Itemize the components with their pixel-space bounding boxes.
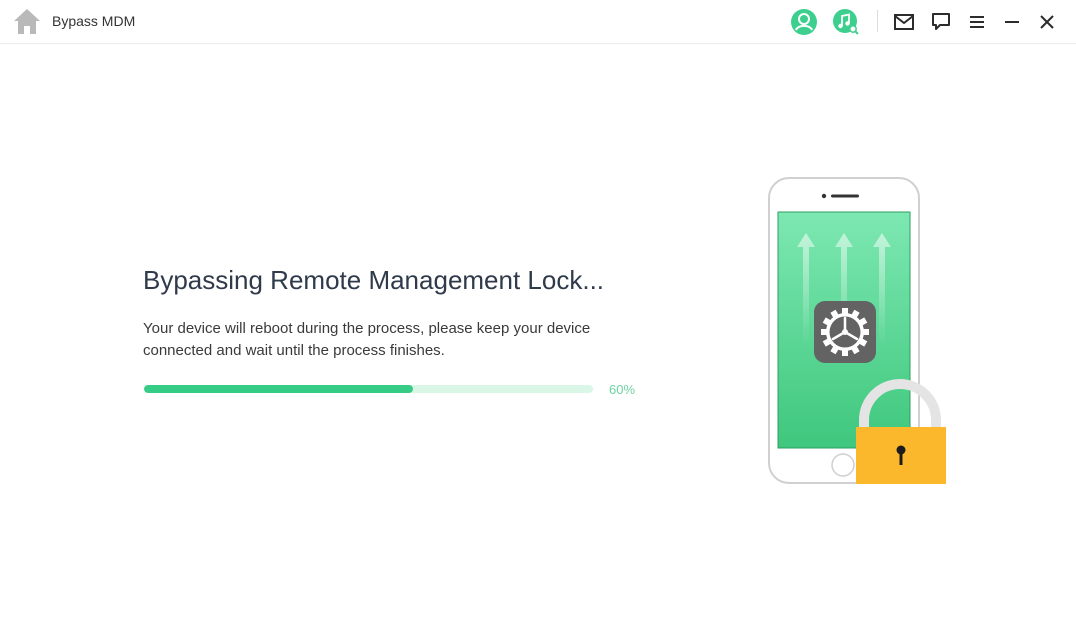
progress-fill: [144, 385, 414, 393]
music-search-icon[interactable]: [832, 8, 860, 36]
mail-icon[interactable]: [890, 8, 918, 36]
home-icon[interactable]: [12, 6, 42, 36]
menu-icon[interactable]: [963, 8, 991, 36]
feedback-icon[interactable]: [927, 8, 955, 36]
page-title: Bypassing Remote Management Lock...: [143, 265, 605, 295]
close-icon[interactable]: [1033, 8, 1061, 36]
app-title: Bypass MDM: [52, 13, 136, 29]
progress-bar: [144, 385, 593, 393]
illustration: [765, 175, 950, 490]
account-icon[interactable]: [790, 8, 818, 36]
progress-percent: 60%: [609, 382, 636, 397]
process-description: Your device will reboot during the proce…: [143, 320, 591, 359]
settings-gear-icon: [814, 301, 876, 363]
title-bar: Bypass MDM: [0, 0, 1076, 44]
minimize-icon[interactable]: [998, 8, 1026, 36]
toolbar-divider: [877, 10, 878, 32]
